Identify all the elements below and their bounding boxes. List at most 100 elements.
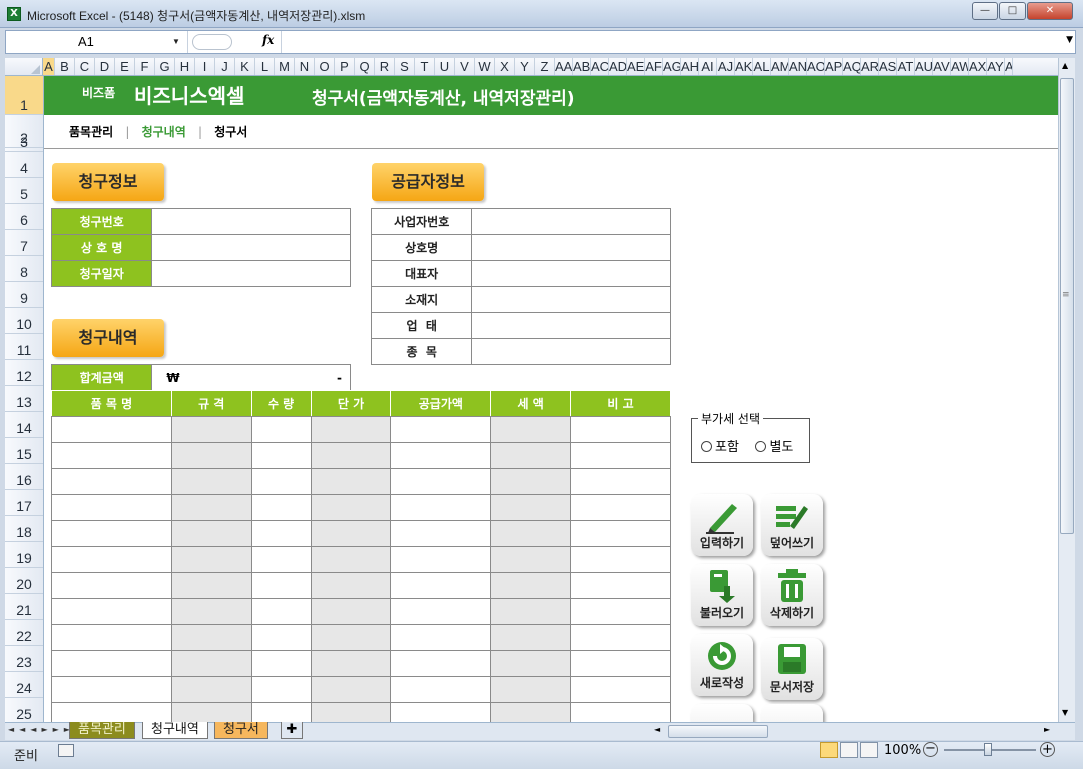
item-cell[interactable]	[250, 676, 312, 703]
item-cell[interactable]	[310, 494, 392, 521]
zoom-in-button[interactable]: +	[1040, 742, 1055, 757]
expand-formula-icon[interactable]: ▼	[1066, 35, 1073, 45]
column-header-cell[interactable]: Q	[355, 58, 375, 75]
zoom-slider-thumb[interactable]	[984, 743, 992, 756]
column-header-cell[interactable]: AP	[825, 58, 843, 75]
row-header-cell[interactable]: 18	[5, 516, 43, 542]
item-cell[interactable]	[490, 624, 572, 651]
row-header-cell[interactable]: 5	[5, 178, 43, 204]
item-cell[interactable]	[390, 546, 492, 573]
column-header-cell[interactable]: AJ	[717, 58, 735, 75]
column-header-cell[interactable]: AR	[861, 58, 879, 75]
item-cell[interactable]	[250, 598, 312, 625]
row-header-cell[interactable]: 22	[5, 620, 43, 646]
select-all-button[interactable]	[5, 58, 43, 75]
item-cell[interactable]	[250, 468, 312, 495]
item-cell[interactable]	[170, 546, 252, 573]
scroll-left-icon[interactable]: ◄	[654, 725, 660, 734]
item-cell[interactable]	[390, 702, 492, 722]
item-cell[interactable]	[51, 650, 172, 677]
item-cell[interactable]	[170, 520, 252, 547]
item-cell[interactable]	[570, 624, 671, 651]
item-cell[interactable]	[570, 572, 671, 599]
column-header-cell[interactable]: U	[435, 58, 455, 75]
item-cell[interactable]	[51, 624, 172, 651]
row-header-cell[interactable]: 19	[5, 542, 43, 568]
item-cell[interactable]	[51, 494, 172, 521]
column-header-cell[interactable]: AK	[735, 58, 753, 75]
item-cell[interactable]	[570, 416, 671, 443]
item-cell[interactable]	[170, 598, 252, 625]
vat-include-radio[interactable]: 포함	[701, 440, 739, 455]
item-cell[interactable]	[170, 650, 252, 677]
row-header-cell[interactable]: 14	[5, 412, 43, 438]
column-header-cell[interactable]: AY	[987, 58, 1005, 75]
item-cell[interactable]	[490, 676, 572, 703]
column-header-cell[interactable]: I	[195, 58, 215, 75]
column-header-cell[interactable]: AX	[969, 58, 987, 75]
field-value[interactable]	[471, 234, 671, 261]
item-cell[interactable]	[390, 468, 492, 495]
column-header-cell[interactable]: N	[295, 58, 315, 75]
worksheet[interactable]: 비즈폼 비즈니스엑셀 청구서(금액자동계산, 내역저장관리) 품목관리 | 청구…	[44, 76, 1058, 722]
nav-products[interactable]: 품목관리	[69, 125, 113, 139]
row-header-cell[interactable]: 15	[5, 438, 43, 464]
vertical-scrollbar[interactable]: ▲ ≡ ▼	[1058, 58, 1075, 722]
item-cell[interactable]	[570, 442, 671, 469]
field-value[interactable]	[151, 208, 351, 235]
more-tool-button[interactable]	[761, 704, 823, 722]
row-header-cell[interactable]: 1	[5, 76, 43, 115]
item-cell[interactable]	[51, 676, 172, 703]
row-header-cell[interactable]: 17	[5, 490, 43, 516]
nav-invoice[interactable]: 청구서	[214, 125, 247, 139]
item-cell[interactable]	[250, 494, 312, 521]
item-cell[interactable]	[490, 702, 572, 722]
item-cell[interactable]	[570, 494, 671, 521]
item-cell[interactable]	[51, 442, 172, 469]
column-header-cell[interactable]: F	[135, 58, 155, 75]
row-header-cell[interactable]: 7	[5, 230, 43, 256]
column-header-cell[interactable]: Z	[535, 58, 555, 75]
column-header-cell[interactable]: AI	[699, 58, 717, 75]
column-header-cell[interactable]: J	[215, 58, 235, 75]
insert-sheet-icon[interactable]: ✚	[281, 722, 303, 739]
column-header-cell[interactable]: A	[1005, 58, 1013, 75]
item-cell[interactable]	[51, 546, 172, 573]
item-cell[interactable]	[570, 676, 671, 703]
item-cell[interactable]	[310, 650, 392, 677]
item-cell[interactable]	[250, 624, 312, 651]
row-header-cell[interactable]: 13	[5, 386, 43, 412]
item-cell[interactable]	[51, 572, 172, 599]
tab-navigation-icons[interactable]: ◄◄◄►►►	[8, 725, 75, 734]
column-header-cell[interactable]: AS	[879, 58, 897, 75]
maximize-button[interactable]: □	[999, 2, 1026, 20]
item-cell[interactable]	[390, 624, 492, 651]
item-cell[interactable]	[310, 442, 392, 469]
item-cell[interactable]	[170, 702, 252, 722]
item-cell[interactable]	[390, 494, 492, 521]
column-header-cell[interactable]: AB	[573, 58, 591, 75]
zoom-level[interactable]: 100%	[884, 743, 921, 758]
field-value[interactable]	[151, 234, 351, 261]
item-cell[interactable]	[570, 520, 671, 547]
column-header-cell[interactable]: AO	[807, 58, 825, 75]
fx-icon[interactable]: fx	[262, 33, 274, 47]
item-cell[interactable]	[490, 416, 572, 443]
문서저장-button[interactable]: 문서저장	[761, 638, 823, 700]
more-tool-button[interactable]	[691, 704, 753, 722]
field-value[interactable]	[471, 260, 671, 287]
row-header-cell[interactable]: 12	[5, 360, 43, 386]
column-header-cell[interactable]: R	[375, 58, 395, 75]
row-header-cell[interactable]: 16	[5, 464, 43, 490]
scroll-right-icon[interactable]: ►	[1044, 725, 1050, 734]
덮어쓰기-button[interactable]: 덮어쓰기	[761, 494, 823, 556]
item-cell[interactable]	[390, 598, 492, 625]
item-cell[interactable]	[490, 572, 572, 599]
item-cell[interactable]	[490, 494, 572, 521]
column-header-cell[interactable]: AF	[645, 58, 663, 75]
row-header-cell[interactable]: 24	[5, 672, 43, 698]
item-cell[interactable]	[390, 416, 492, 443]
column-header-cell[interactable]: B	[55, 58, 75, 75]
formula-buttons[interactable]	[192, 34, 232, 50]
item-cell[interactable]	[310, 520, 392, 547]
